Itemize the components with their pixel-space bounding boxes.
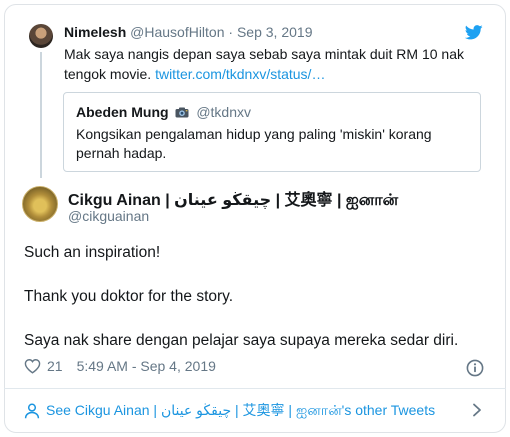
separator-dot: · [228,24,234,40]
parent-tweet-date[interactable]: Sep 3, 2019 [237,24,313,40]
tweet-actions: 21 5:49 AM - Sep 4, 2019 [24,358,216,374]
user-icon [24,403,40,418]
parent-tweet-link[interactable]: twitter.com/tkdnxv/status/… [155,66,325,82]
parent-author-name[interactable]: Nimelesh [64,24,126,40]
quoted-tweet[interactable]: Abeden Mung @tkdnxv Kongsikan pengalaman… [63,92,481,172]
like-count[interactable]: 21 [47,358,63,374]
parent-avatar[interactable] [29,24,53,48]
quoted-author-handle: @tkdnxv [196,104,252,120]
chevron-right-icon[interactable] [472,403,482,417]
see-other-tweets-label[interactable]: See Cikgu Ainan | چيقڬو عينان | 艾奧寧 | ஐன… [46,400,435,421]
quoted-author-name: Abeden Mung [76,104,169,120]
quoted-tweet-header: Abeden Mung @tkdnxv [76,104,251,120]
parent-tweet[interactable]: Nimelesh @HausofHilton · Sep 3, 2019 Mak… [0,0,500,182]
heart-icon[interactable] [24,358,41,374]
parent-tweet-text: Mak saya nangis depan saya sebab saya mi… [64,44,479,84]
tweet-timestamp[interactable]: 5:49 AM - Sep 4, 2019 [77,358,216,374]
see-other-tweets-link[interactable]: See Cikgu Ainan | چيقڬو عينان | 艾奧寧 | ஐன… [24,400,435,421]
twitter-bird-icon[interactable] [465,25,483,40]
camera-icon [175,107,189,118]
tweet-text-line: Thank you doktor for the story. [24,288,234,305]
quoted-tweet-text: Kongsikan pengalaman hidup yang paling '… [76,126,432,161]
tweet-text-line: Saya nak share dengan pelajar saya supay… [24,332,459,349]
parent-author-handle[interactable]: @HausofHilton [130,24,224,40]
author-avatar[interactable] [22,186,58,222]
author-handle[interactable]: @cikguainan [68,208,149,224]
parent-tweet-header: Nimelesh @HausofHilton · Sep 3, 2019 [64,24,312,40]
info-icon[interactable] [466,359,484,377]
footer-divider [4,388,506,389]
thread-line [40,52,42,178]
tweet-text-line: Such an inspiration! [24,244,161,261]
